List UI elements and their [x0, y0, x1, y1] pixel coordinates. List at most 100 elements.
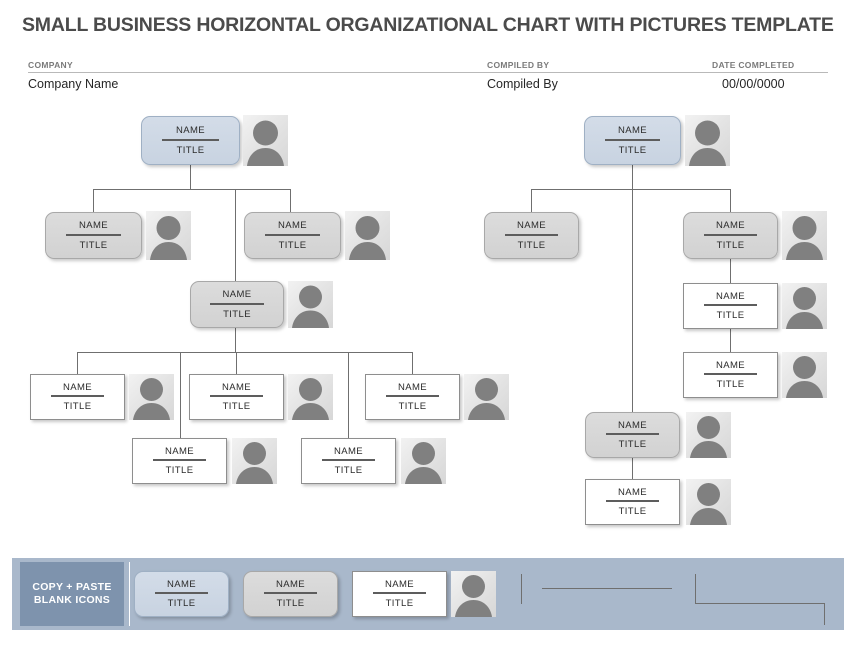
- node-name: NAME: [166, 578, 197, 590]
- org-node[interactable]: NAME TITLE: [683, 283, 778, 329]
- person-avatar-icon: [288, 281, 333, 328]
- node-title: TITLE: [176, 144, 205, 156]
- node-name: NAME: [175, 125, 206, 136]
- node-title: TITLE: [276, 598, 305, 609]
- org-node[interactable]: NAME TITLE: [45, 212, 142, 259]
- org-node[interactable]: NAME TITLE: [244, 212, 341, 259]
- node-name: NAME: [617, 419, 648, 431]
- node-title: TITLE: [167, 598, 196, 609]
- org-node[interactable]: NAME TITLE: [585, 479, 680, 525]
- legend-bar: COPY + PASTE BLANK ICONS NAME TITLE NAME…: [12, 558, 844, 630]
- node-title: TITLE: [618, 506, 647, 517]
- org-chart-canvas: NAME TITLE NAME TITLE NAME TITLE NAME TI…: [0, 0, 856, 545]
- connector-left-center-drop: [235, 189, 236, 282]
- org-node[interactable]: NAME TITLE: [190, 281, 284, 328]
- node-title: TITLE: [79, 239, 108, 251]
- person-avatar-icon: [243, 115, 288, 166]
- connector-left-l2-a: [93, 189, 94, 212]
- node-name: NAME: [62, 381, 93, 393]
- node-name: NAME: [516, 220, 547, 231]
- person-avatar-icon: [232, 438, 277, 484]
- legend-node-gray[interactable]: NAME TITLE: [243, 571, 338, 617]
- node-title: TITLE: [716, 310, 745, 321]
- node-name: NAME: [333, 445, 364, 457]
- node-title: TITLE: [618, 439, 647, 450]
- node-title: TITLE: [223, 308, 251, 320]
- node-name: NAME: [221, 381, 252, 393]
- connector-right-chain-3: [632, 458, 633, 481]
- person-avatar-icon: [782, 352, 827, 398]
- connector-right-l2-b: [730, 189, 731, 212]
- connector-left-l2-b: [290, 189, 291, 212]
- org-node[interactable]: NAME TITLE: [141, 116, 240, 165]
- node-title: TITLE: [385, 598, 414, 609]
- node-name: NAME: [715, 220, 746, 231]
- person-avatar-icon[interactable]: [451, 571, 496, 617]
- node-name: NAME: [277, 220, 308, 231]
- org-node[interactable]: NAME TITLE: [683, 212, 778, 259]
- person-avatar-icon: [464, 374, 509, 420]
- connector-right-spine: [632, 189, 633, 415]
- legend-elbow-drop[interactable]: [824, 603, 825, 625]
- node-name: NAME: [275, 578, 306, 590]
- connector-right-level2-bus: [531, 189, 730, 190]
- org-node[interactable]: NAME TITLE: [585, 412, 680, 458]
- person-avatar-icon: [686, 412, 731, 458]
- legend-label-line1: COPY + PASTE: [32, 581, 112, 593]
- org-node[interactable]: NAME TITLE: [30, 374, 125, 420]
- person-avatar-icon: [146, 211, 191, 260]
- node-title: TITLE: [222, 401, 251, 412]
- org-node[interactable]: NAME TITLE: [683, 352, 778, 398]
- connector-left-level2-bus: [93, 189, 290, 190]
- person-avatar-icon: [685, 115, 730, 166]
- connector-right-root-drop: [632, 165, 633, 189]
- node-title: TITLE: [398, 401, 427, 412]
- person-avatar-icon: [288, 374, 333, 420]
- org-node[interactable]: NAME TITLE: [365, 374, 460, 420]
- node-name: NAME: [617, 125, 648, 136]
- org-node[interactable]: NAME TITLE: [132, 438, 227, 484]
- node-name: NAME: [617, 486, 648, 498]
- node-title: TITLE: [716, 239, 745, 251]
- connector-left-l4-b: [236, 352, 237, 374]
- person-avatar-icon: [345, 211, 390, 260]
- org-node[interactable]: NAME TITLE: [189, 374, 284, 420]
- node-title: TITLE: [716, 379, 745, 390]
- connector-left-l4-c: [412, 352, 413, 374]
- node-title: TITLE: [165, 465, 194, 476]
- node-title: TITLE: [517, 239, 546, 251]
- node-title: TITLE: [63, 401, 92, 412]
- node-title: TITLE: [618, 144, 647, 156]
- legend-label-line2: BLANK ICONS: [33, 594, 111, 606]
- connector-right-chain-1: [730, 259, 731, 283]
- connector-left-root-drop: [190, 165, 191, 189]
- legend-node-white[interactable]: NAME TITLE: [352, 571, 447, 617]
- legend-elbow-vertical[interactable]: [695, 574, 696, 604]
- person-avatar-icon: [401, 438, 446, 484]
- node-name: NAME: [715, 290, 746, 302]
- node-title: TITLE: [278, 239, 307, 251]
- node-name: NAME: [222, 289, 252, 300]
- legend-label: COPY + PASTE BLANK ICONS: [20, 562, 124, 626]
- org-node[interactable]: NAME TITLE: [301, 438, 396, 484]
- org-node[interactable]: NAME TITLE: [484, 212, 579, 259]
- person-avatar-icon: [129, 374, 174, 420]
- org-node[interactable]: NAME TITLE: [584, 116, 681, 165]
- person-avatar-icon: [686, 479, 731, 525]
- legend-elbow-horizontal[interactable]: [695, 603, 825, 604]
- node-title: TITLE: [334, 465, 363, 476]
- connector-left-level4-bus: [77, 352, 412, 353]
- legend-horizontal-connector[interactable]: [542, 588, 672, 589]
- connector-right-chain-2: [730, 329, 731, 352]
- legend-node-blue[interactable]: NAME TITLE: [134, 571, 229, 617]
- connector-left-l5-a: [180, 352, 181, 438]
- connector-left-l4-a: [77, 352, 78, 374]
- node-name: NAME: [384, 578, 415, 590]
- legend-vertical-connector[interactable]: [521, 574, 522, 604]
- connector-right-l2-a: [531, 189, 532, 212]
- connector-left-level3-drop: [235, 327, 236, 352]
- node-name: NAME: [164, 445, 195, 457]
- person-avatar-icon: [782, 211, 827, 260]
- connector-left-l5-b: [348, 352, 349, 438]
- person-avatar-icon: [782, 283, 827, 329]
